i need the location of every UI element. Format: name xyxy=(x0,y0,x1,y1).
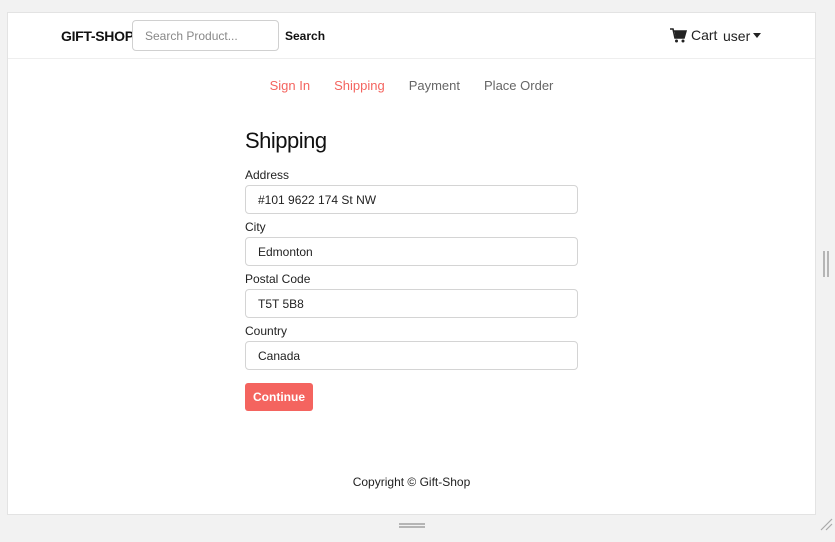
checkout-steps: Sign In Shipping Payment Place Order xyxy=(8,78,815,93)
city-label: City xyxy=(245,220,266,234)
user-dropdown[interactable]: user xyxy=(723,28,762,44)
search-input[interactable] xyxy=(132,20,279,51)
address-field[interactable] xyxy=(245,185,578,214)
step-payment: Payment xyxy=(408,78,461,93)
user-label: user xyxy=(723,28,751,44)
page-title: Shipping xyxy=(245,128,327,153)
top-navbar: GIFT-SHOP Search Cart user xyxy=(8,13,815,59)
address-label: Address xyxy=(245,168,290,182)
browser-viewport: GIFT-SHOP Search Cart user Sign In Shipp… xyxy=(7,12,816,515)
postal-code-label: Postal Code xyxy=(245,272,311,286)
cart-icon xyxy=(670,27,687,42)
step-place-order: Place Order xyxy=(484,78,554,93)
continue-button[interactable]: Continue xyxy=(245,383,313,411)
footer-copyright: Copyright © Gift-Shop xyxy=(352,475,471,489)
brand-logo[interactable]: GIFT-SHOP xyxy=(61,28,134,44)
country-label: Country xyxy=(245,324,288,338)
chevron-down-icon xyxy=(753,32,762,38)
search-button[interactable]: Search xyxy=(285,29,325,43)
step-shipping[interactable]: Shipping xyxy=(334,78,385,93)
shipping-form: Shipping Address City Postal Code Countr… xyxy=(245,128,579,411)
horizontal-resize-handle[interactable] xyxy=(399,523,425,528)
vertical-resize-handle[interactable] xyxy=(823,251,829,277)
corner-resize-handle[interactable] xyxy=(819,517,833,531)
cart-label: Cart xyxy=(691,27,718,43)
step-sign-in[interactable]: Sign In xyxy=(270,78,310,93)
postal-code-field[interactable] xyxy=(245,289,578,318)
cart-link[interactable]: Cart xyxy=(670,27,717,43)
city-field[interactable] xyxy=(245,237,578,266)
country-field[interactable] xyxy=(245,341,578,370)
